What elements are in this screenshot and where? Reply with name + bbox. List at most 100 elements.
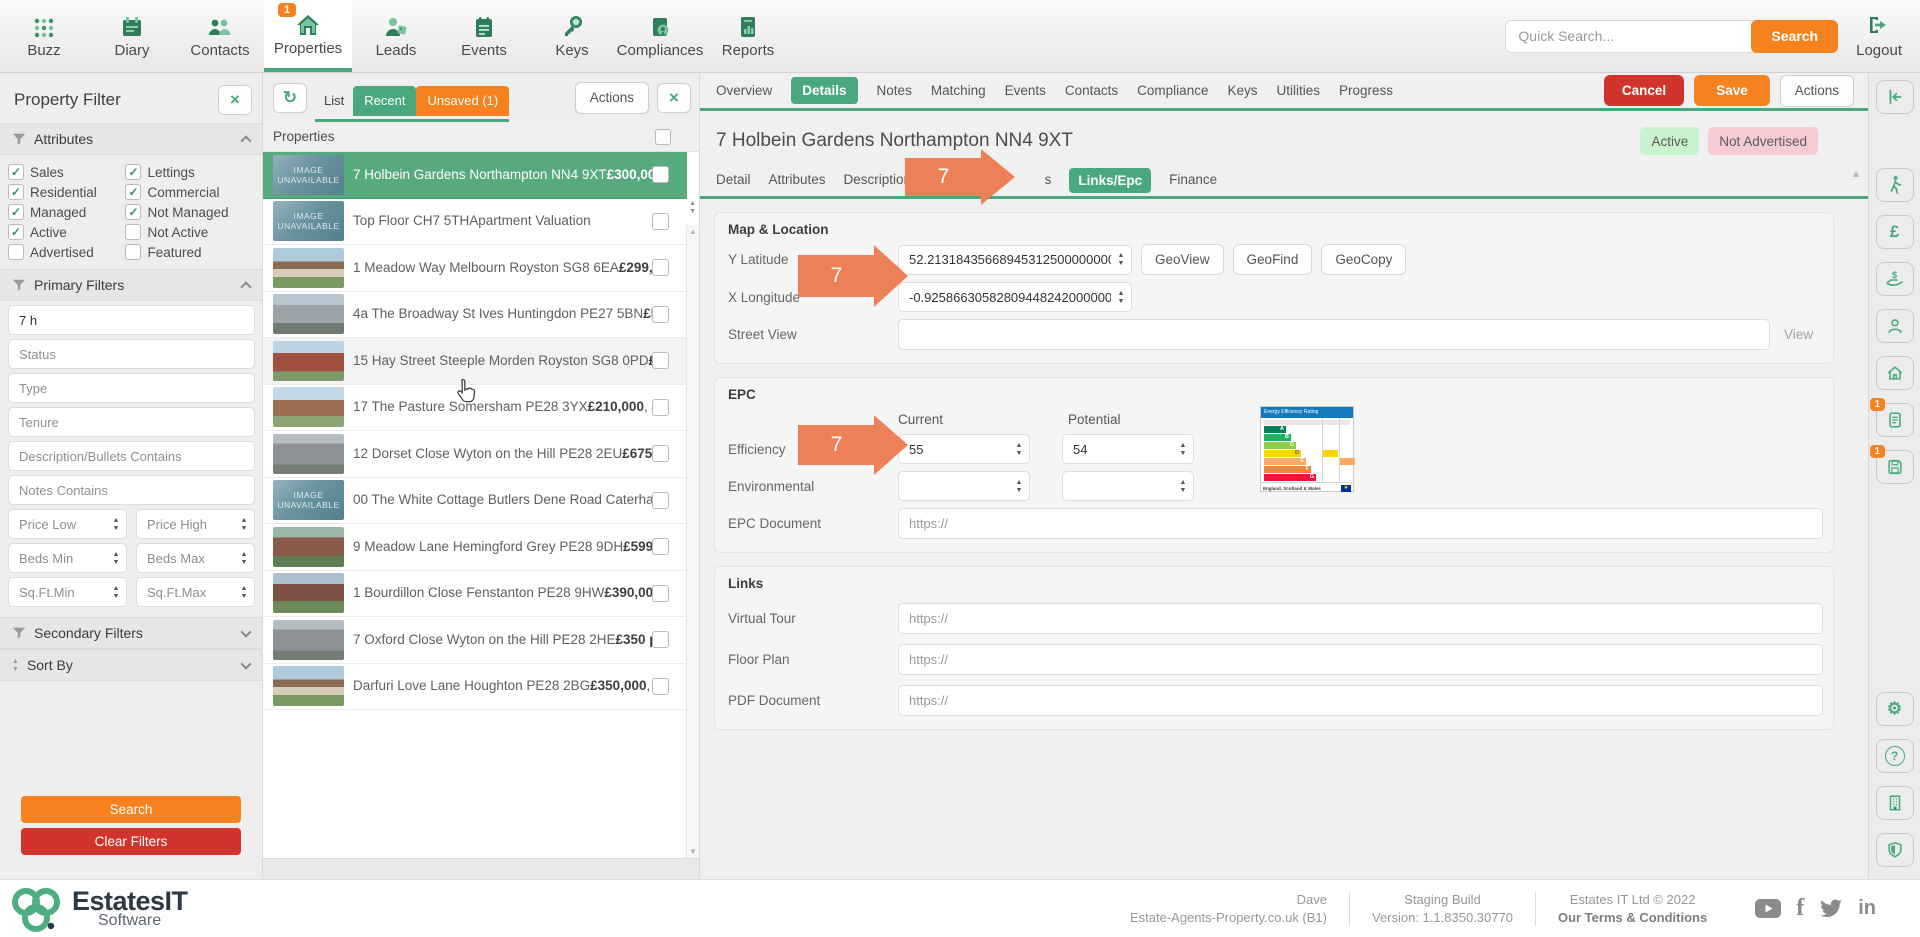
pdf-document-input[interactable] <box>898 685 1823 716</box>
checkbox-sales[interactable]: Sales <box>8 164 121 180</box>
property-row[interactable]: IMAGEUNAVAILABLE Top Floor CH7 5THApartm… <box>263 199 687 246</box>
list-actions-button[interactable]: Actions <box>575 82 649 114</box>
clear-filters-button[interactable]: Clear Filters <box>21 828 241 855</box>
linkedin-icon[interactable]: in <box>1858 897 1876 920</box>
tab-unsaved[interactable]: Unsaved (1) <box>416 86 509 116</box>
environmental-current-input[interactable] <box>899 479 1009 494</box>
checkbox-lettings[interactable]: Lettings <box>125 164 256 180</box>
floor-plan-input[interactable] <box>898 644 1823 675</box>
nav-item-events[interactable]: Events <box>440 0 528 72</box>
primary-filters-section-header[interactable]: Primary Filters <box>0 269 262 301</box>
cancel-button[interactable]: Cancel <box>1604 75 1684 106</box>
close-list-button[interactable]: × <box>657 83 691 113</box>
stepper-icon[interactable]: ▲▼ <box>1111 252 1131 267</box>
tab-details[interactable]: Details <box>791 77 857 104</box>
description-filter-input[interactable] <box>8 441 255 471</box>
list-scrollbar[interactable]: ▲▼ <box>686 225 699 858</box>
youtube-icon[interactable] <box>1755 899 1781 918</box>
nav-item-buzz[interactable]: Buzz <box>0 0 88 72</box>
tab-compliance[interactable]: Compliance <box>1137 83 1208 98</box>
tab-events[interactable]: Events <box>1005 83 1046 98</box>
epc-document-input[interactable] <box>898 508 1823 539</box>
property-row[interactable]: IMAGEUNAVAILABLE 7 Holbein Gardens North… <box>263 152 687 199</box>
tab-notes[interactable]: Notes <box>877 83 912 98</box>
checkbox-not-managed[interactable]: Not Managed <box>125 204 256 220</box>
stepper-icon[interactable]: ▲▼ <box>1009 479 1029 494</box>
property-row[interactable]: 9 Meadow Lane Hemingford Grey PE28 9DH£5… <box>263 524 687 571</box>
row-checkbox[interactable] <box>652 538 669 555</box>
stepper-icon[interactable]: ▲▼ <box>234 517 254 532</box>
building-icon[interactable] <box>1876 786 1914 820</box>
quick-search-button[interactable]: Search <box>1751 20 1838 53</box>
y-latitude-input[interactable] <box>899 252 1111 267</box>
area-filter-input[interactable] <box>8 305 255 335</box>
tab-matching[interactable]: Matching <box>931 83 986 98</box>
stepper-icon[interactable]: ▲▼ <box>1173 479 1193 494</box>
footer-terms-link[interactable]: Our Terms & Conditions <box>1558 909 1707 927</box>
subtab-detail[interactable]: Detail <box>716 172 751 187</box>
property-row[interactable]: 1 Meadow Way Melbourn Royston SG8 6EA£29… <box>263 245 687 292</box>
quick-search-input[interactable] <box>1505 20 1755 53</box>
home-icon[interactable] <box>1876 356 1914 390</box>
property-row[interactable]: IMAGEUNAVAILABLE 00 The White Cottage Bu… <box>263 478 687 525</box>
subtab-partial[interactable]: s <box>1045 172 1052 187</box>
tab-list[interactable]: List <box>315 93 353 108</box>
shield-icon[interactable] <box>1876 833 1914 867</box>
subtab-descriptions[interactable]: Descriptions <box>844 172 918 187</box>
twitter-icon[interactable] <box>1819 899 1843 919</box>
tab-overview[interactable]: Overview <box>716 83 772 98</box>
help-icon[interactable]: ? <box>1876 739 1914 773</box>
save-button[interactable]: Save <box>1694 75 1770 106</box>
secondary-filters-section-header[interactable]: Secondary Filters <box>0 617 262 649</box>
stepper-icon[interactable]: ▲▼ <box>106 585 126 600</box>
person-icon[interactable] <box>1876 309 1914 343</box>
row-checkbox[interactable] <box>652 352 669 369</box>
nav-item-keys[interactable]: Keys <box>528 0 616 72</box>
nav-item-contacts[interactable]: Contacts <box>176 0 264 72</box>
status-filter-input[interactable] <box>8 339 255 369</box>
row-checkbox[interactable] <box>652 631 669 648</box>
nav-item-leads[interactable]: Leads <box>352 0 440 72</box>
nav-item-compliances[interactable]: Compliances <box>616 0 704 72</box>
subtab-finance[interactable]: Finance <box>1169 172 1217 187</box>
row-checkbox[interactable] <box>652 585 669 602</box>
notes-filter-input[interactable] <box>8 475 255 505</box>
price-low-input[interactable] <box>9 517 106 532</box>
efficiency-current-input[interactable] <box>899 442 1009 457</box>
tab-keys[interactable]: Keys <box>1227 83 1257 98</box>
row-checkbox[interactable] <box>652 678 669 695</box>
efficiency-potential-input[interactable] <box>1063 442 1173 457</box>
subtab-links-epc[interactable]: Links/Epc <box>1069 168 1151 193</box>
sqft-min-input[interactable] <box>9 585 106 600</box>
stepper-icon[interactable]: ▲▼ <box>1111 290 1131 305</box>
tab-progress[interactable]: Progress <box>1339 83 1393 98</box>
save-icon[interactable]: 1 <box>1876 450 1914 484</box>
sqft-max-input[interactable] <box>137 585 234 600</box>
virtual-tour-input[interactable] <box>898 603 1823 634</box>
logout-button[interactable]: Logout <box>1856 14 1902 59</box>
checkbox-residential[interactable]: Residential <box>8 184 121 200</box>
tab-contacts[interactable]: Contacts <box>1065 83 1118 98</box>
walking-person-icon[interactable] <box>1876 168 1914 202</box>
checkbox-managed[interactable]: Managed <box>8 204 121 220</box>
row-checkbox[interactable] <box>652 399 669 416</box>
beds-max-input[interactable] <box>137 551 234 566</box>
checkbox-active[interactable]: Active <box>8 224 121 240</box>
nav-item-reports[interactable]: Reports <box>704 0 792 72</box>
settings-gear-icon[interactable]: ⚙ <box>1876 692 1914 726</box>
property-row[interactable]: 1 Bourdillon Close Fenstanton PE28 9HW£3… <box>263 571 687 618</box>
filter-search-button[interactable]: Search <box>21 796 241 823</box>
row-checkbox[interactable] <box>652 492 669 509</box>
x-longitude-input[interactable] <box>899 290 1111 305</box>
checkbox-featured[interactable]: Featured <box>125 244 256 260</box>
property-row[interactable]: 4a The Broadway St Ives Huntingdon PE27 … <box>263 292 687 339</box>
refresh-button[interactable]: ↻ <box>273 83 307 113</box>
property-row[interactable]: Darfuri Love Lane Houghton PE28 2BG£350,… <box>263 664 687 711</box>
property-row[interactable]: 15 Hay Street Steeple Morden Royston SG8… <box>263 338 687 385</box>
pound-icon[interactable]: £ <box>1876 215 1914 249</box>
stepper-icon[interactable]: ▲▼ <box>234 551 254 566</box>
property-row[interactable]: 17 The Pasture Somersham PE28 3YX£210,00… <box>263 385 687 432</box>
stepper-icon[interactable]: ▲▼ <box>234 585 254 600</box>
stepper-icon[interactable]: ▲▼ <box>106 551 126 566</box>
subtab-attributes[interactable]: Attributes <box>769 172 826 187</box>
